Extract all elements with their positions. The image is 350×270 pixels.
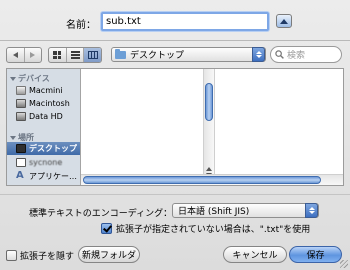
icon-view-button[interactable]	[49, 48, 67, 62]
divider	[0, 194, 350, 195]
extension-checkbox[interactable]	[101, 223, 112, 234]
sidebar-item-label: アプリケー…	[29, 172, 77, 181]
popup-arrows-icon	[252, 47, 265, 62]
view-mode-buttons	[48, 47, 102, 63]
save-dialog: 名前： sub.txt デスクトップ 検索 デバイス Macmini Macin…	[0, 0, 350, 270]
search-placeholder: 検索	[287, 51, 306, 61]
forward-button[interactable]	[25, 48, 42, 62]
disclosure-triangle-icon	[10, 76, 16, 81]
location-popup[interactable]: デスクトップ	[111, 47, 266, 62]
divider	[0, 40, 350, 41]
sidebar-section-devices[interactable]: デバイス	[10, 73, 50, 84]
hard-disk-icon	[16, 112, 26, 121]
icon-view-icon	[53, 51, 62, 59]
home-icon	[16, 158, 26, 167]
sidebar-item-label: Macintosh	[29, 99, 70, 108]
back-arrow-icon	[12, 52, 18, 58]
resize-handle[interactable]	[340, 260, 348, 268]
browser-column[interactable]	[215, 69, 343, 185]
sidebar-item-label: Macmini	[29, 86, 63, 95]
extension-checkbox-label: 拡張子が指定されていない場合は、".txt"を使用	[116, 225, 311, 235]
sidebar-item-macmini[interactable]: Macmini	[7, 84, 80, 97]
search-field[interactable]: 検索	[270, 46, 342, 63]
disclosure-up-icon	[280, 18, 288, 24]
cancel-button[interactable]: キャンセル	[223, 246, 287, 263]
sidebar-item-label: デスクトップ	[29, 144, 77, 153]
back-forward-buttons	[6, 47, 42, 63]
encoding-label: 標準テキストのエンコーディング：	[29, 209, 173, 219]
hide-extension-checkbox[interactable]	[6, 250, 17, 261]
horizontal-scrollbar[interactable]	[81, 174, 343, 185]
scrollbar-thumb[interactable]	[205, 83, 213, 121]
file-browser: デバイス Macmini Macintosh Data HD 場所 デスクトップ	[6, 68, 344, 186]
column-view-button[interactable]	[84, 48, 101, 62]
scroll-up-icon[interactable]	[206, 167, 212, 171]
desktop-icon	[16, 144, 26, 153]
sidebar-item-label: sycnone	[29, 158, 63, 167]
folder-icon	[115, 48, 126, 59]
back-button[interactable]	[7, 48, 25, 62]
sidebar-header-label: デバイス	[18, 74, 50, 83]
sidebar-item-home[interactable]: sycnone	[7, 156, 80, 169]
encoding-value: 日本語 (Shift JIS)	[178, 207, 250, 217]
sidebar-item-desktop[interactable]: デスクトップ	[7, 142, 80, 155]
applications-icon	[16, 170, 26, 181]
popup-arrows-icon	[305, 203, 318, 218]
search-icon	[275, 50, 284, 59]
sidebar: デバイス Macmini Macintosh Data HD 場所 デスクトップ	[7, 69, 81, 185]
encoding-popup[interactable]: 日本語 (Shift JIS)	[172, 203, 319, 218]
scrollbar-thumb[interactable]	[83, 176, 321, 184]
disclosure-triangle-icon	[10, 135, 16, 140]
collapse-dialog-button[interactable]	[276, 14, 292, 28]
extension-option[interactable]: 拡張子が指定されていない場合は、".txt"を使用	[101, 222, 310, 235]
browser-column[interactable]	[81, 69, 215, 185]
list-view-icon	[70, 51, 80, 59]
sidebar-item-label: Data HD	[29, 112, 63, 121]
computer-icon	[16, 86, 26, 95]
hide-extension-label: 拡張子を隠す	[20, 252, 75, 262]
hard-disk-icon	[16, 99, 26, 108]
sidebar-item-data-hd[interactable]: Data HD	[7, 110, 80, 123]
column-view-icon	[87, 51, 98, 59]
column-scrollbar[interactable]	[203, 69, 214, 185]
filename-input[interactable]: sub.txt	[101, 12, 269, 31]
sidebar-item-macintosh[interactable]: Macintosh	[7, 97, 80, 110]
hide-extension-option[interactable]: 拡張子を隠す	[6, 249, 74, 262]
sidebar-item-applications[interactable]: アプリケー…	[7, 170, 80, 183]
location-label: デスクトップ	[130, 51, 185, 61]
filename-label: 名前：	[66, 20, 96, 31]
save-button[interactable]: 保存	[289, 246, 342, 263]
forward-arrow-icon	[30, 52, 36, 58]
list-view-button[interactable]	[67, 48, 85, 62]
new-folder-button[interactable]: 新規フォルダ	[78, 246, 140, 263]
